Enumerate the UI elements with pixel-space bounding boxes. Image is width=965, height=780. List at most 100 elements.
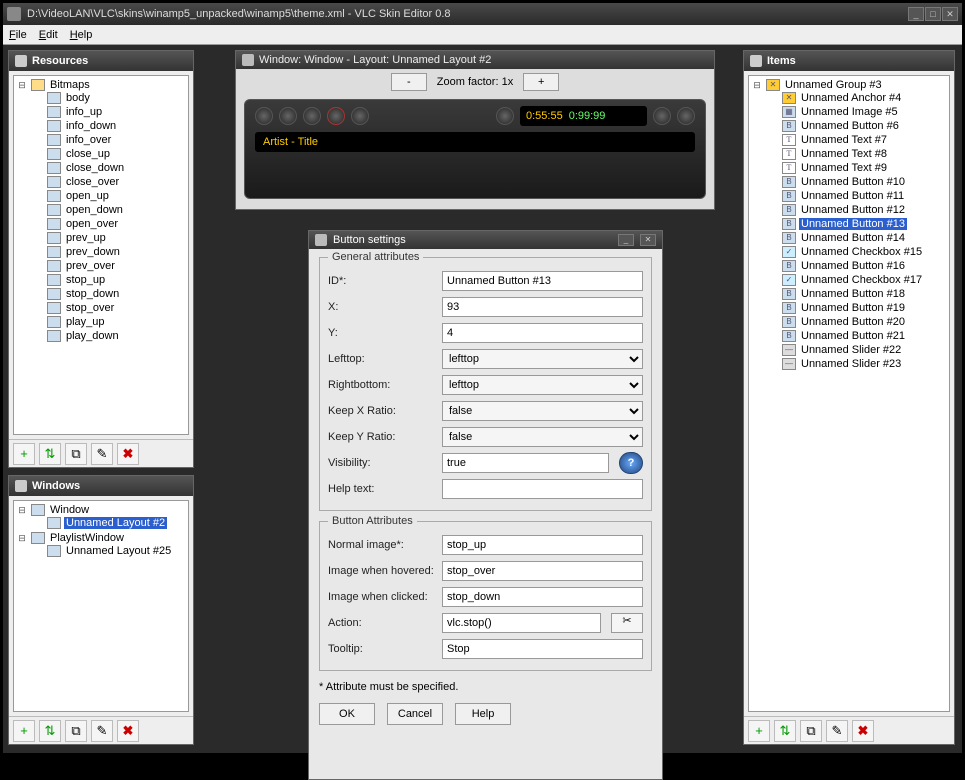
tree-item[interactable]: BUnnamed Button #13 — [767, 218, 947, 230]
tree-item[interactable]: body — [32, 92, 186, 104]
add-button[interactable]: + — [748, 720, 770, 742]
tree-item[interactable]: close_up — [32, 148, 186, 160]
zoom-in-button[interactable]: + — [523, 73, 559, 91]
tree-item[interactable]: TUnnamed Text #8 — [767, 148, 947, 160]
add-button[interactable]: + — [13, 443, 35, 465]
delete-button[interactable]: ✖ — [852, 720, 874, 742]
tree-item[interactable]: BUnnamed Button #20 — [767, 316, 947, 328]
tree-item[interactable]: BUnnamed Button #21 — [767, 330, 947, 342]
add-button[interactable]: + — [13, 720, 35, 742]
clickimage-input[interactable] — [442, 587, 643, 607]
tree-item[interactable]: stop_over — [32, 302, 186, 314]
normalimage-input[interactable] — [442, 535, 643, 555]
lefttop-select[interactable]: lefttop — [442, 349, 643, 369]
tree-item[interactable]: BUnnamed Button #14 — [767, 232, 947, 244]
tree-item[interactable]: close_over — [32, 176, 186, 188]
tree-item[interactable]: open_up — [32, 190, 186, 202]
tree-item[interactable]: prev_up — [32, 232, 186, 244]
arrows-button[interactable]: ⇅ — [39, 720, 61, 742]
tree-item[interactable]: TUnnamed Text #9 — [767, 162, 947, 174]
x-input[interactable] — [442, 297, 643, 317]
helptext-input[interactable] — [442, 479, 643, 499]
help-button[interactable]: Help — [455, 703, 511, 725]
menu-file[interactable]: File — [9, 29, 27, 41]
id-input[interactable] — [442, 271, 643, 291]
copy-button[interactable]: ⧉ — [65, 443, 87, 465]
items-tree[interactable]: ⊟✕Unnamed Group #3✕Unnamed Anchor #4 ▦Unn… — [748, 75, 950, 712]
next-icon[interactable] — [351, 107, 369, 125]
edit-button[interactable]: ✎ — [826, 720, 848, 742]
stop-icon[interactable] — [327, 107, 345, 125]
tree-item[interactable]: BUnnamed Button #12 — [767, 204, 947, 216]
pause-icon[interactable] — [303, 107, 321, 125]
tree-item[interactable]: PlaylistWindow — [48, 532, 126, 544]
vol-icon[interactable] — [496, 107, 514, 125]
play-icon[interactable] — [279, 107, 297, 125]
tree-item[interactable]: BUnnamed Button #6 — [767, 120, 947, 132]
tree-item[interactable]: info_down — [32, 120, 186, 132]
tree-item[interactable]: BUnnamed Button #18 — [767, 288, 947, 300]
copy-button[interactable]: ⧉ — [65, 720, 87, 742]
tree-item[interactable]: ⊟Bitmaps — [16, 79, 186, 91]
hoverimage-input[interactable] — [442, 561, 643, 581]
cancel-button[interactable]: Cancel — [387, 703, 443, 725]
dialog-close-button[interactable]: ✕ — [640, 234, 656, 246]
menu-edit[interactable]: Edit — [39, 29, 58, 41]
tree-item[interactable]: open_over — [32, 218, 186, 230]
copy-button[interactable]: ⧉ — [800, 720, 822, 742]
help-icon[interactable]: ? — [619, 452, 643, 474]
tree-item[interactable]: —Unnamed Slider #22 — [767, 344, 947, 356]
zoom-out-button[interactable]: - — [391, 73, 427, 91]
resources-tree[interactable]: ⊟Bitmapsbody info_up info_down info_overclo… — [13, 75, 189, 435]
delete-button[interactable]: ✖ — [117, 720, 139, 742]
keepx-select[interactable]: false — [442, 401, 643, 421]
tree-item[interactable]: BUnnamed Button #16 — [767, 260, 947, 272]
maximize-button[interactable]: □ — [925, 7, 941, 21]
ok-button[interactable]: OK — [319, 703, 375, 725]
tree-item[interactable]: ✓Unnamed Checkbox #17 — [767, 274, 947, 286]
tree-item[interactable]: play_down — [32, 330, 186, 342]
tree-item[interactable]: stop_up — [32, 274, 186, 286]
arrows-button[interactable]: ⇅ — [774, 720, 796, 742]
tree-item[interactable]: prev_down — [32, 246, 186, 258]
tree-item[interactable]: open_down — [32, 204, 186, 216]
tree-item[interactable]: info_up — [32, 106, 186, 118]
keepy-select[interactable]: false — [442, 427, 643, 447]
edit-button[interactable]: ✎ — [91, 720, 113, 742]
delete-button[interactable]: ✖ — [117, 443, 139, 465]
prev-icon[interactable] — [255, 107, 273, 125]
tree-item[interactable]: Window — [48, 504, 91, 516]
tree-item[interactable]: prev_over — [32, 260, 186, 272]
tree-item[interactable]: Unnamed Layout #25 — [64, 545, 173, 557]
tree-item[interactable]: close_down — [32, 162, 186, 174]
rightbottom-select[interactable]: lefttop — [442, 375, 643, 395]
minimize-button[interactable]: _ — [908, 7, 924, 21]
tree-item[interactable]: ✕Unnamed Anchor #4 — [767, 92, 947, 104]
tree-item[interactable]: BUnnamed Button #11 — [767, 190, 947, 202]
tree-item[interactable]: BUnnamed Button #19 — [767, 302, 947, 314]
windows-tree[interactable]: ⊟Window Unnamed Layout #2 ⊟PlaylistWindo… — [13, 500, 189, 712]
arrows-button[interactable]: ⇅ — [39, 443, 61, 465]
close-button[interactable]: ✕ — [942, 7, 958, 21]
tree-item[interactable]: ⊟✕Unnamed Group #3 — [751, 79, 947, 91]
tree-item[interactable]: BUnnamed Button #10 — [767, 176, 947, 188]
edit-button[interactable]: ✎ — [91, 443, 113, 465]
dialog-minimize-button[interactable]: _ — [618, 234, 634, 246]
tree-item[interactable]: TUnnamed Text #7 — [767, 134, 947, 146]
skin-preview[interactable]: 0:55:55 0:99:99 Artist - Title — [244, 99, 706, 199]
tooltip-input[interactable] — [442, 639, 643, 659]
action-edit-button[interactable]: ✂ — [611, 613, 643, 633]
info-icon[interactable] — [653, 107, 671, 125]
visibility-input[interactable] — [442, 453, 609, 473]
tree-item[interactable]: play_up — [32, 316, 186, 328]
tree-item[interactable]: —Unnamed Slider #23 — [767, 358, 947, 370]
tree-item[interactable]: ▦Unnamed Image #5 — [767, 106, 947, 118]
tree-item[interactable]: stop_down — [32, 288, 186, 300]
tree-item[interactable]: Unnamed Layout #2 — [64, 517, 167, 529]
action-input[interactable] — [442, 613, 601, 633]
y-input[interactable] — [442, 323, 643, 343]
menu-help[interactable]: Help — [70, 29, 93, 41]
tree-item[interactable]: info_over — [32, 134, 186, 146]
tree-item[interactable]: ✓Unnamed Checkbox #15 — [767, 246, 947, 258]
close-icon[interactable] — [677, 107, 695, 125]
